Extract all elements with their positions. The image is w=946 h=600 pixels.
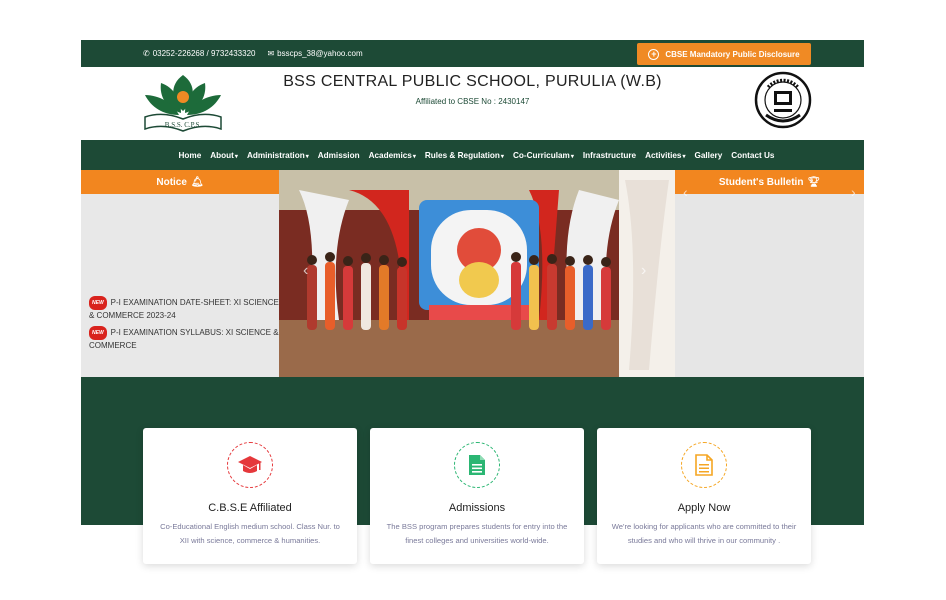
notice-header: Notice 🔔︎ xyxy=(81,170,279,194)
notice-item[interactable]: NEW P-I EXAMINATION SYLLABUS: XI SCIENCE … xyxy=(89,326,279,352)
nav-item-label: Rules & Regulation xyxy=(424,150,500,160)
notice-item[interactable]: NEW P-I EXAMINATION DATE-SHEET: XI SCIENC… xyxy=(89,296,279,322)
nav-item-label: Academics xyxy=(368,150,412,160)
card-title: Admissions xyxy=(448,502,506,514)
new-badge: NEW xyxy=(89,326,107,340)
phone-contact[interactable]: ✆ 03252-226268 / 9732433320 xyxy=(143,49,255,58)
card-apply-now[interactable]: Apply Now We're looking for applicants w… xyxy=(597,428,811,564)
disclosure-label: CBSE Mandatory Public Disclosure xyxy=(665,49,800,59)
chevron-down-icon: ▾ xyxy=(570,153,574,160)
card-admissions[interactable]: Admissions The BSS program prepares stud… xyxy=(370,428,584,564)
nav-item-co-curriculam[interactable]: Co-Curriculam▾ xyxy=(513,151,574,160)
bulletin-title: Student's Bulletin xyxy=(718,176,804,188)
nav-item-contact-us[interactable]: Contact Us xyxy=(731,151,774,160)
icon-ring xyxy=(227,442,273,488)
card-title: Apply Now xyxy=(677,502,731,514)
nav-item-label: Administration xyxy=(246,150,305,160)
top-bar: ✆ 03252-226268 / 9732433320 ✉ bsscps_38@… xyxy=(81,40,864,67)
chevron-down-icon: ▾ xyxy=(234,153,238,160)
chevron-down-icon: ▾ xyxy=(305,153,309,160)
nav-item-about[interactable]: About▾ xyxy=(210,151,238,160)
nav-item-label: About xyxy=(210,150,234,160)
card-description: We're looking for applicants who are com… xyxy=(611,522,797,545)
logo-text: B.S.S. C.P.S. xyxy=(165,121,202,129)
nav-item-label: Infrastructure xyxy=(582,150,637,160)
chevron-down-icon: ▾ xyxy=(500,153,504,160)
notice-list: NEW P-I EXAMINATION DATE-SHEET: XI SCIENC… xyxy=(89,296,279,356)
new-badge: NEW xyxy=(89,296,107,310)
chevron-down-icon: ▾ xyxy=(682,153,686,160)
notice-title: Notice xyxy=(156,176,187,188)
card-cbse-affiliated[interactable]: C.B.S.E Affiliated Co-Educational Englis… xyxy=(143,428,357,564)
cbse-emblem xyxy=(754,71,812,129)
nav-item-rules-regulation[interactable]: Rules & Regulation▾ xyxy=(425,151,504,160)
school-name: BSS CENTRAL PUBLIC SCHOOL, PURULIA (W.B) xyxy=(283,73,662,90)
nav-item-label: Contact Us xyxy=(731,150,775,160)
email-address: bsscps_38@yahoo.com xyxy=(277,49,363,58)
hero-section: Notice 🔔︎ NEW P-I EXAMINATION DATE-SHEET:… xyxy=(81,170,864,377)
nav-item-label: Activities xyxy=(645,150,682,160)
nav-item-gallery[interactable]: Gallery xyxy=(694,151,722,160)
bulletin-header: Student's Bulletin 🏆︎ xyxy=(675,170,864,194)
nav-item-label: Co-Curriculam xyxy=(512,150,570,160)
card-description: The BSS program prepares students for en… xyxy=(386,522,568,545)
icon-ring xyxy=(681,442,727,488)
icon-ring xyxy=(454,442,500,488)
nav-item-activities[interactable]: Activities▾ xyxy=(645,151,685,160)
nav-item-label: Admission xyxy=(317,150,360,160)
bell-icon: 🔔︎ xyxy=(190,176,204,188)
cbse-disclosure-button[interactable]: + CBSE Mandatory Public Disclosure xyxy=(637,43,811,65)
graduation-cap-icon xyxy=(238,456,262,473)
trophy-icon: 🏆︎ xyxy=(807,176,821,188)
bulletin-body xyxy=(675,194,864,377)
slide-prev-arrow[interactable]: ‹ xyxy=(303,262,308,280)
card-description: Co-Educational English medium school. Cl… xyxy=(160,522,340,545)
contact-info: ✆ 03252-226268 / 9732433320 ✉ bsscps_38@… xyxy=(143,49,363,58)
nav-item-administration[interactable]: Administration▾ xyxy=(247,151,309,160)
phone-number: 03252-226268 / 9732433320 xyxy=(152,49,256,58)
hero-slide-image xyxy=(279,170,675,377)
notice-text: P-I EXAMINATION SYLLABUS: XI SCIENCE & C… xyxy=(89,328,279,350)
nav-item-home[interactable]: Home xyxy=(179,151,202,160)
card-title: C.B.S.E Affiliated xyxy=(208,502,292,514)
document-icon xyxy=(469,455,485,475)
affiliation-number: Affiliated to CBSE No : 2430147 xyxy=(415,97,530,106)
nav-item-academics[interactable]: Academics▾ xyxy=(369,151,416,160)
page-frame: ✆ 03252-226268 / 9732433320 ✉ bsscps_38@… xyxy=(81,40,864,600)
mail-icon: ✉ xyxy=(267,49,275,58)
nav-item-infrastructure[interactable]: Infrastructure xyxy=(583,151,636,160)
chevron-down-icon: ▾ xyxy=(412,153,416,160)
bulletin-next-arrow[interactable]: › xyxy=(851,184,856,200)
main-nav: Home About▾ Administration▾ Admission Academ… xyxy=(81,140,864,170)
slide-next-arrow[interactable]: › xyxy=(641,262,646,280)
email-contact[interactable]: ✉ bsscps_38@yahoo.com xyxy=(267,49,362,58)
plus-circle-icon: + xyxy=(648,48,660,60)
nav-item-label: Gallery xyxy=(694,150,723,160)
bulletin-prev-arrow[interactable]: ‹ xyxy=(683,184,688,200)
nav-item-admission[interactable]: Admission xyxy=(318,151,360,160)
phone-icon: ✆ xyxy=(143,49,150,58)
notice-text: P-I EXAMINATION DATE-SHEET: XI SCIENCE &… xyxy=(89,298,279,320)
file-text-icon xyxy=(695,454,713,476)
site-header: B.S.S. C.P.S. BSS CENTRAL PUBLIC SCHOOL,… xyxy=(81,67,864,140)
nav-item-label: Home xyxy=(178,150,202,160)
